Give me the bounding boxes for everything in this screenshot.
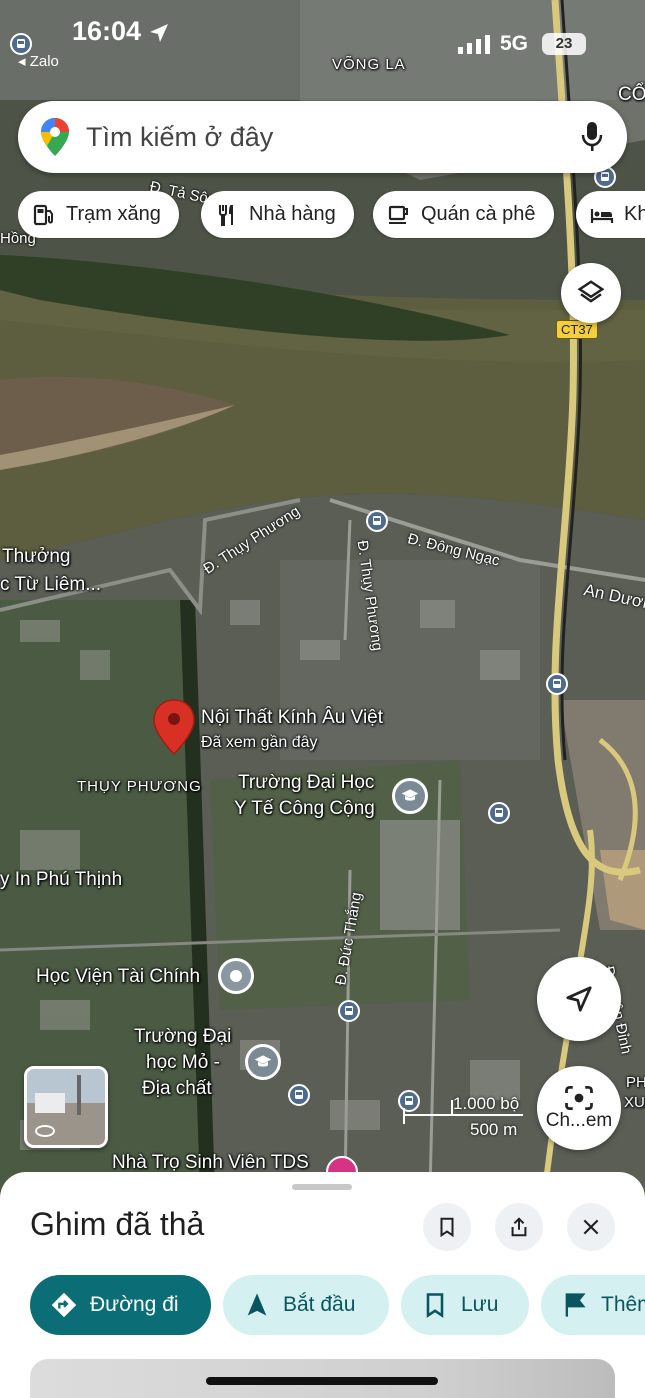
red-pin-icon (153, 699, 195, 756)
bus-stop-icon[interactable] (338, 1000, 360, 1022)
map-label-tu-liem: c Từ Liêm... (0, 574, 102, 595)
graduation-cap-icon[interactable] (245, 1044, 281, 1080)
scale-metric: 500 m (470, 1120, 518, 1139)
lens-camera-button[interactable]: Ch...em (537, 1066, 621, 1150)
chip-label: Khách sạn (624, 203, 645, 225)
bus-stop-icon[interactable] (288, 1084, 310, 1106)
battery-icon: 23 (542, 33, 586, 55)
scale-imperial: 1.000 bộ (453, 1094, 520, 1113)
scale-bar: 1.000 bộ 500 m (403, 1094, 523, 1140)
bus-stop-icon[interactable] (366, 510, 388, 532)
map-label-nha-tro[interactable]: Nhà Trọ Sinh Viên TDS (112, 1152, 309, 1174)
map-label-dh-y-te-2[interactable]: Y Tế Công Cộng (234, 798, 375, 820)
directions-icon (51, 1292, 77, 1318)
rotate-360-icon (35, 1125, 55, 1137)
coffee-icon (388, 205, 408, 224)
my-location-button[interactable] (537, 957, 621, 1041)
action-label: Thêm nhãn (601, 1293, 645, 1316)
chip-gas-station[interactable]: Trạm xăng (18, 191, 179, 238)
layers-icon (577, 280, 605, 303)
flag-icon (565, 1293, 586, 1317)
chip-label: Nhà hàng (249, 203, 336, 225)
directions-button[interactable]: Đường đi (30, 1275, 211, 1335)
share-icon (511, 1217, 527, 1237)
signal-bars-icon (458, 35, 490, 54)
chip-label: Trạm xăng (66, 203, 161, 225)
pin-place-name[interactable]: Nội Thất Kính Âu Việt (201, 707, 383, 729)
google-maps-logo-icon (41, 118, 69, 156)
sheet-title: Ghim đã thả (30, 1206, 205, 1242)
bookmark-icon (426, 1293, 444, 1318)
map-label-dh-mo-1[interactable]: Trường Đại (134, 1026, 231, 1048)
action-label: Bắt đầu (283, 1293, 356, 1316)
graduation-cap-icon[interactable] (392, 778, 428, 814)
category-chips: Trạm xăng Nhà hàng Quán cà phê Khách sạn (18, 191, 645, 239)
map-label-ph: PH (626, 1074, 645, 1091)
place-pin-icon[interactable] (218, 958, 254, 994)
battery-level: 23 (555, 35, 573, 52)
location-arrow-icon (150, 24, 168, 42)
map-label-xua: XUA (624, 1094, 645, 1111)
start-button[interactable]: Bắt đầu (223, 1275, 389, 1335)
layers-button[interactable] (561, 263, 621, 323)
search-bar[interactable]: Tìm kiếm ở đây (18, 101, 627, 173)
navigation-arrow-icon (566, 986, 592, 1012)
bus-stop-icon[interactable] (488, 802, 510, 824)
sheet-drag-handle[interactable] (292, 1184, 352, 1190)
map-label-dh-mo-3[interactable]: Địa chất (142, 1078, 212, 1100)
map-label-co: CỔ (618, 84, 645, 105)
place-bottom-sheet[interactable]: Ghim đã thả Đường đi Bắt đầu Lưu Thêm nh… (0, 1172, 645, 1398)
search-input[interactable]: Tìm kiếm ở đây (86, 122, 581, 153)
chip-restaurant[interactable]: Nhà hàng (201, 191, 354, 238)
dropped-pin[interactable] (152, 698, 196, 763)
home-indicator[interactable] (206, 1377, 438, 1385)
map-label-thuong: Thưởng (2, 546, 71, 567)
hotel-icon (590, 208, 614, 223)
street-view-thumbnail[interactable] (24, 1066, 108, 1148)
microphone-icon[interactable] (581, 121, 603, 153)
bookmark-icon (440, 1217, 454, 1238)
network-type: 5G (500, 32, 529, 55)
restaurant-icon (219, 204, 233, 226)
action-label: Đường đi (90, 1293, 179, 1316)
map-label-dh-y-te-1[interactable]: Trường Đại Học (238, 772, 374, 794)
map-label-in-phu-thinh: y In Phú Thịnh (0, 869, 123, 890)
save-place-button[interactable]: Lưu (401, 1275, 529, 1335)
close-button[interactable] (567, 1203, 615, 1251)
map-label-dh-mo-2[interactable]: học Mỏ - (146, 1052, 220, 1074)
status-time: 16:04 (72, 16, 142, 46)
chip-coffee[interactable]: Quán cà phê (373, 191, 554, 238)
close-icon (583, 1219, 599, 1235)
pin-place-subtitle: Đã xem gần đây (201, 734, 318, 751)
map-label-hoc-vien-tai-chinh[interactable]: Học Viện Tài Chính (36, 966, 200, 988)
gas-station-icon (33, 204, 53, 225)
bus-stop-icon[interactable] (546, 673, 568, 695)
status-bar: 16:04 ◂ Zalo 5G 23 (0, 0, 645, 80)
camera-lens-icon (565, 1086, 593, 1110)
chip-label: Quán cà phê (421, 203, 536, 225)
back-to-app-link[interactable]: ◂ Zalo (18, 52, 59, 70)
chip-hotel[interactable]: Khách sạn (576, 191, 645, 238)
navigation-arrow-icon (247, 1293, 267, 1316)
save-button[interactable] (423, 1203, 471, 1251)
map-label-thuy-phuong: THỤY PHƯƠNG (77, 778, 202, 795)
lens-button-label: Ch...em (545, 1110, 613, 1131)
share-button[interactable] (495, 1203, 543, 1251)
action-label: Lưu (461, 1293, 499, 1316)
add-label-button[interactable]: Thêm nhãn (541, 1275, 645, 1335)
